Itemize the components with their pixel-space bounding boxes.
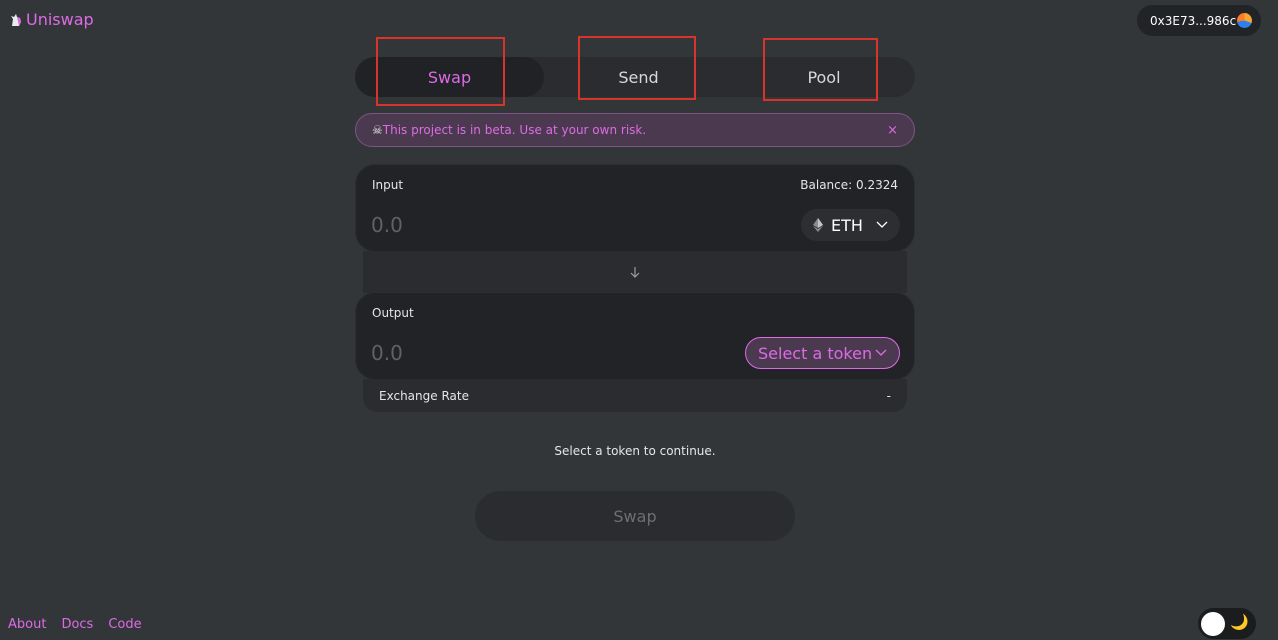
wallet-avatar-icon [1237,13,1252,28]
input-balance: Balance: 0.2324 [800,178,898,192]
tab-swap[interactable]: Swap [355,57,544,97]
footer-link-code[interactable]: Code [108,617,141,632]
wallet-address-button[interactable]: 0x3E73...986c [1137,5,1261,36]
exchange-rate-value: - [886,388,891,403]
tab-swap-label: Swap [427,67,472,87]
footer-link-docs[interactable]: Docs [61,617,93,632]
tab-pool[interactable]: Pool [733,57,915,97]
input-panel: Input Balance: 0.2324 ETH [355,164,915,252]
footer-link-about[interactable]: About [8,617,46,632]
output-label: Output [372,306,414,320]
banner-text: This project is in beta. Use at your own… [382,123,647,137]
tab-pool-label: Pool [807,67,841,87]
tab-send[interactable]: Send [544,57,733,97]
select-token-label: Select a token [758,343,873,363]
chevron-down-icon [875,349,887,356]
input-label: Input [372,178,404,192]
swap-button-label: Swap [613,506,657,526]
exchange-rate-row: Exchange Rate - [363,379,907,412]
beta-warning-banner: ☠ This project is in beta. Use at your o… [355,113,915,147]
swap-direction-strip [363,251,907,293]
brand-logo[interactable]: Uniswap [9,10,94,29]
input-token-symbol: ETH [831,215,863,235]
output-amount-field[interactable] [371,339,671,367]
chevron-down-icon [876,221,888,228]
unicorn-icon [11,13,21,26]
swap-button[interactable]: Swap [475,491,795,541]
brand-name: Uniswap [26,10,94,29]
tab-bar: Swap Send Pool [355,57,915,97]
skull-icon: ☠ [372,123,383,137]
input-token-select-button[interactable]: ETH [801,209,900,241]
toggle-knob [1201,612,1225,636]
wallet-address: 0x3E73...986c [1150,13,1237,28]
exchange-rate-label: Exchange Rate [379,388,469,403]
moon-icon: 🌙 [1230,613,1249,631]
footer-links: About Docs Code [8,617,142,632]
status-hint: Select a token to continue. [554,444,716,458]
output-panel: Output Select a token [355,292,915,380]
tab-send-label: Send [618,67,659,87]
arrow-down-icon[interactable] [630,266,640,278]
select-token-button[interactable]: Select a token [745,337,900,369]
close-icon[interactable]: × [887,123,898,138]
eth-icon [813,218,823,232]
dark-mode-toggle[interactable]: 🌙 [1198,608,1256,639]
input-amount-field[interactable] [371,211,671,239]
